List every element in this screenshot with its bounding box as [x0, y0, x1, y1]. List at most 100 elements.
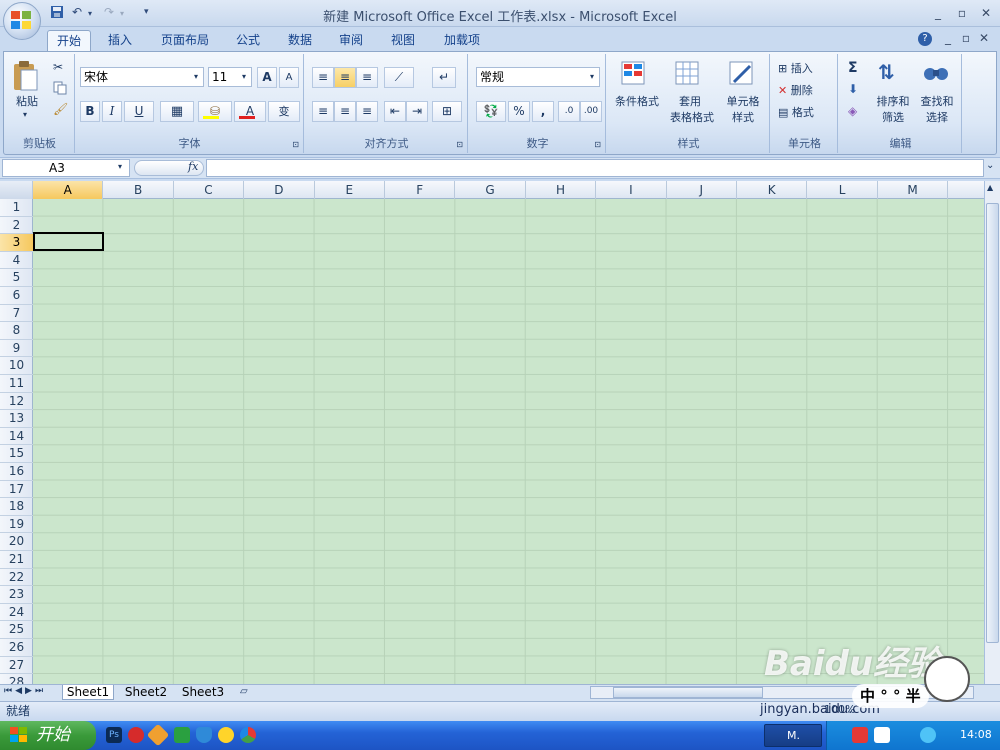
doc-minimize-button[interactable]: _ — [940, 31, 956, 45]
sheet-tab-sheet1[interactable]: Sheet1 — [62, 685, 114, 700]
phonetic-button[interactable]: 变 — [268, 101, 300, 122]
tab-review[interactable]: 审阅 — [331, 30, 371, 52]
align-left-button[interactable]: ≡ — [312, 101, 334, 122]
format-as-table-icon[interactable] — [674, 60, 704, 90]
row-header-20[interactable]: 20 — [0, 533, 33, 551]
column-header-d[interactable]: D — [244, 181, 315, 199]
row-header-23[interactable]: 23 — [0, 586, 33, 604]
italic-button[interactable]: I — [102, 101, 122, 122]
column-header-l[interactable]: L — [807, 181, 878, 199]
bold-button[interactable]: B — [80, 101, 100, 122]
increase-indent-button[interactable]: ⇥ — [406, 101, 428, 122]
row-header-16[interactable]: 16 — [0, 463, 33, 481]
cell-styles-icon[interactable] — [728, 60, 758, 90]
cell-grid[interactable] — [33, 199, 984, 687]
office-button[interactable] — [3, 2, 41, 40]
conditional-formatting-icon[interactable] — [620, 60, 650, 90]
row-header-21[interactable]: 21 — [0, 551, 33, 569]
app-red-icon[interactable] — [128, 727, 144, 743]
font-color-button[interactable]: A — [234, 101, 266, 122]
ime-status[interactable]: 中 ° ° 半 — [852, 684, 929, 708]
column-header-e[interactable]: E — [315, 181, 385, 199]
column-header-a[interactable]: A — [33, 181, 104, 199]
column-header-h[interactable]: H — [526, 181, 597, 199]
row-header-18[interactable]: 18 — [0, 498, 33, 516]
find-select-label-1[interactable]: 查找和 — [916, 94, 958, 109]
percent-button[interactable]: % — [508, 101, 530, 122]
comma-button[interactable]: , — [532, 101, 554, 122]
row-header-14[interactable]: 14 — [0, 428, 33, 446]
number-format-dropdown-icon[interactable]: ▾ — [590, 72, 594, 81]
sort-filter-icon[interactable]: ⇅ — [878, 60, 908, 90]
merge-center-button[interactable]: ⊞ — [432, 101, 462, 122]
column-header-m[interactable]: M — [878, 181, 949, 199]
align-right-button[interactable]: ≡ — [356, 101, 378, 122]
font-name-dropdown-icon[interactable]: ▾ — [194, 72, 198, 81]
underline-button[interactable]: U — [124, 101, 154, 122]
excel-taskbar-icon[interactable] — [174, 727, 190, 743]
row-header-10[interactable]: 10 — [0, 357, 33, 375]
photoshop-icon[interactable]: Ps — [106, 727, 122, 743]
tab-home[interactable]: 开始 — [47, 30, 91, 52]
row-header-19[interactable]: 19 — [0, 516, 33, 534]
column-header-g[interactable]: G — [455, 181, 526, 199]
row-header-4[interactable]: 4 — [0, 252, 33, 270]
row-header-13[interactable]: 13 — [0, 410, 33, 428]
tray-icon-doc[interactable] — [874, 727, 890, 743]
horizontal-scroll-thumb[interactable] — [613, 687, 763, 698]
sheet-tab-sheet3[interactable]: Sheet3 — [177, 685, 229, 700]
column-header-f[interactable]: F — [385, 181, 456, 199]
formula-input[interactable] — [206, 159, 984, 177]
active-cell-a3[interactable] — [33, 232, 104, 251]
fill-icon[interactable]: ⬇ — [848, 82, 858, 96]
number-format-select[interactable]: 常规 — [476, 67, 600, 87]
tab-page-layout[interactable]: 页面布局 — [152, 30, 218, 52]
sheet-tab-sheet2[interactable]: Sheet2 — [120, 685, 172, 700]
sort-filter-label-1[interactable]: 排序和 — [872, 94, 914, 109]
column-header-k[interactable]: K — [737, 181, 808, 199]
cell-styles-label-1[interactable]: 单元格 — [720, 94, 766, 109]
insert-sheet-icon[interactable]: ▱ — [240, 686, 248, 697]
format-painter-icon[interactable]: 🖌 — [53, 102, 68, 116]
shrink-font-button[interactable]: A — [279, 67, 299, 88]
tray-icon-s[interactable] — [852, 727, 868, 743]
delete-cells-button[interactable]: ✕ 删除 — [778, 82, 834, 98]
font-dialog-launcher-icon[interactable]: ⊡ — [292, 140, 299, 149]
chrome-icon[interactable] — [240, 727, 256, 743]
maximize-button[interactable]: ▫ — [954, 6, 970, 20]
row-header-24[interactable]: 24 — [0, 604, 33, 622]
vertical-scroll-thumb[interactable] — [986, 203, 999, 643]
help-icon[interactable]: ? — [918, 32, 932, 46]
name-box-dropdown-icon[interactable]: ▾ — [118, 162, 122, 171]
font-name-select[interactable]: 宋体 — [80, 67, 204, 87]
font-size-dropdown-icon[interactable]: ▾ — [242, 72, 246, 81]
shield-icon[interactable] — [196, 727, 212, 743]
cell-styles-label-2[interactable]: 样式 — [720, 110, 766, 125]
row-header-12[interactable]: 12 — [0, 393, 33, 411]
tab-view[interactable]: 视图 — [383, 30, 423, 52]
minimize-button[interactable]: _ — [930, 6, 946, 20]
paste-dropdown-icon[interactable]: ▾ — [23, 110, 27, 119]
column-header-b[interactable]: B — [103, 181, 174, 199]
customize-qat-icon[interactable]: ▾ — [144, 7, 154, 23]
expand-formula-bar-icon[interactable]: ⌄ — [986, 160, 994, 171]
autosum-button[interactable]: Σ — [848, 60, 858, 76]
paste-icon[interactable] — [11, 60, 41, 92]
tray-icon-network[interactable] — [920, 727, 936, 743]
doc-close-button[interactable]: ✕ — [976, 31, 992, 45]
tab-data[interactable]: 数据 — [280, 30, 320, 52]
sort-filter-label-2[interactable]: 筛选 — [872, 110, 914, 125]
undo-dropdown-icon[interactable]: ▾ — [88, 9, 98, 25]
cut-icon[interactable]: ✂ — [53, 60, 67, 74]
row-header-5[interactable]: 5 — [0, 269, 33, 287]
copy-icon[interactable] — [53, 81, 67, 95]
close-button[interactable]: ✕ — [978, 6, 994, 20]
taskbar-task-excel[interactable]: M. — [764, 724, 822, 747]
paste-label[interactable]: 粘贴 — [7, 94, 47, 109]
row-header-6[interactable]: 6 — [0, 287, 33, 305]
sheet-nav-icon[interactable]: ⏮◀▶⏭ — [4, 686, 46, 696]
column-header-i[interactable]: I — [596, 181, 667, 199]
doc-restore-button[interactable]: ▫ — [958, 31, 974, 45]
fill-color-button[interactable]: ⛁ — [198, 101, 232, 122]
insert-cells-button[interactable]: ⊞ 插入 — [778, 60, 834, 76]
